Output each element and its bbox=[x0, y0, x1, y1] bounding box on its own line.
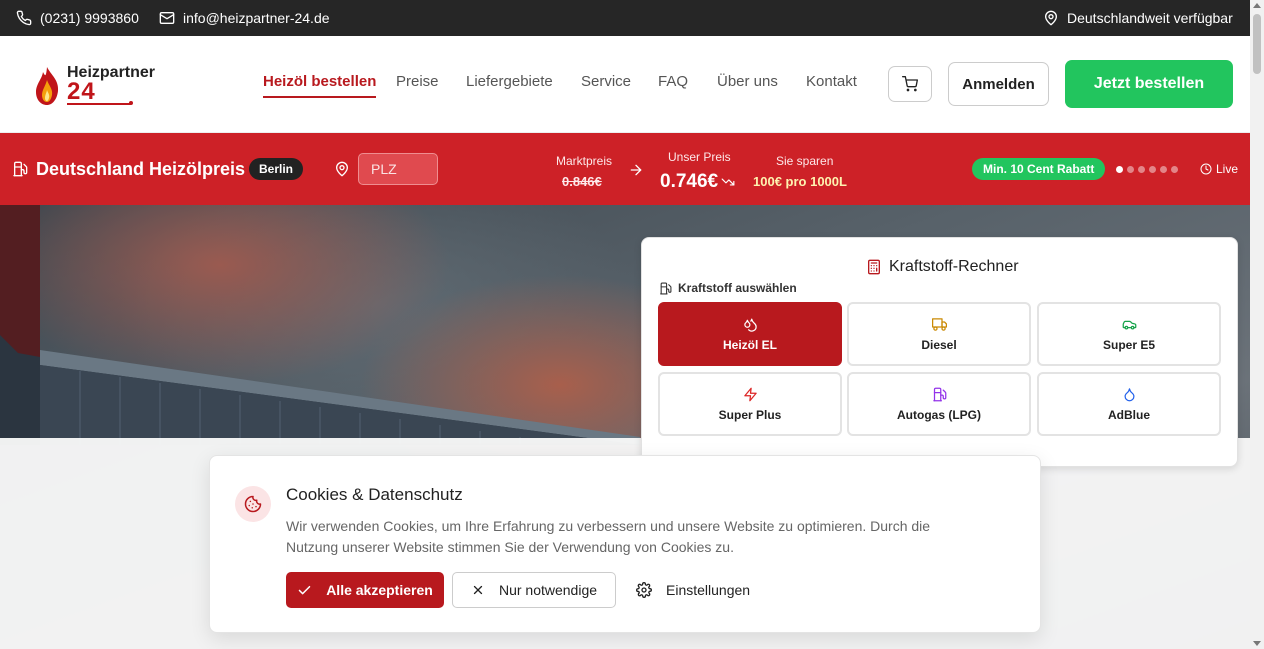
slide-indicator bbox=[1116, 166, 1178, 173]
slide-dot[interactable] bbox=[1171, 166, 1178, 173]
fuel-option-heizoel[interactable]: Heizöl EL bbox=[658, 302, 842, 366]
fuel-calculator: Kraftstoff-Rechner Kraftstoff auswählen … bbox=[641, 237, 1238, 467]
fuel-label: Super E5 bbox=[1102, 337, 1156, 352]
arrow-right-icon bbox=[628, 162, 644, 178]
savings-value: 100€ pro 1000L bbox=[753, 174, 847, 189]
nav-faq[interactable]: FAQ bbox=[658, 73, 688, 90]
fuel-label: Diesel bbox=[921, 337, 957, 352]
logo-number: 24 bbox=[67, 78, 96, 105]
scroll-up-arrow[interactable] bbox=[1253, 3, 1261, 8]
slide-dot[interactable] bbox=[1127, 166, 1134, 173]
hero-roof-image bbox=[0, 205, 640, 445]
order-now-button[interactable]: Jetzt bestellen bbox=[1065, 60, 1233, 108]
fuel-option-diesel[interactable]: Diesel bbox=[847, 302, 1031, 366]
live-label: Live bbox=[1216, 162, 1239, 176]
fuel-label: Heizöl EL bbox=[722, 337, 777, 352]
live-indicator: Live bbox=[1200, 162, 1238, 176]
availability-info: Deutschlandweit verfügbar bbox=[1043, 0, 1233, 36]
discount-badge: Min. 10 Cent Rabatt bbox=[972, 158, 1106, 180]
car-icon bbox=[1122, 317, 1137, 332]
clock-icon bbox=[1200, 163, 1212, 175]
slide-dot[interactable] bbox=[1149, 166, 1156, 173]
zap-icon bbox=[743, 387, 758, 402]
cookie-title: Cookies & Datenschutz bbox=[286, 485, 463, 504]
calculator-title-text: Kraftstoff-Rechner bbox=[889, 258, 1019, 275]
logo-dot bbox=[129, 101, 133, 105]
truck-icon bbox=[931, 317, 947, 332]
calculator-icon bbox=[866, 259, 882, 275]
nav-ueber-uns[interactable]: Über uns bbox=[717, 73, 778, 90]
slide-dot[interactable] bbox=[1160, 166, 1167, 173]
calculator-title: Kraftstoff-Rechner bbox=[866, 258, 1019, 276]
phone-icon bbox=[16, 10, 32, 26]
logo-underline bbox=[67, 103, 131, 105]
our-price-value: 0.746€ bbox=[660, 171, 719, 192]
droplet-icon bbox=[1122, 387, 1137, 402]
market-price-label: Marktpreis bbox=[556, 154, 613, 168]
accept-all-label: Alle akzeptieren bbox=[326, 582, 433, 598]
fuel-select-label: Kraftstoff auswählen bbox=[659, 281, 797, 295]
necessary-only-label: Nur notwendige bbox=[498, 582, 598, 598]
savings-label: Sie sparen bbox=[776, 154, 834, 168]
flame-icon bbox=[34, 66, 60, 106]
cart-icon bbox=[902, 76, 918, 92]
fuel-pump-icon bbox=[659, 282, 672, 295]
our-price-label: Unser Preis bbox=[668, 150, 731, 164]
city-badge: Berlin bbox=[249, 158, 304, 180]
fuel-option-adblue[interactable]: AdBlue bbox=[1037, 372, 1221, 436]
fuel-option-super-e5[interactable]: Super E5 bbox=[1037, 302, 1221, 366]
main-header: Heizpartner 24 Heizöl bestellen Preise L… bbox=[0, 36, 1250, 133]
fuel-pump-icon bbox=[12, 161, 28, 177]
scroll-down-arrow[interactable] bbox=[1253, 641, 1261, 646]
fuel-label: Autogas (LPG) bbox=[897, 407, 981, 422]
fuel-label: Super Plus bbox=[718, 407, 782, 422]
cookie-icon bbox=[244, 495, 262, 513]
email-contact[interactable]: info@heizpartner-24.de bbox=[159, 0, 330, 36]
nav-heizoel-bestellen[interactable]: Heizöl bestellen bbox=[263, 73, 377, 98]
cookie-banner: Cookies & Datenschutz Wir verwenden Cook… bbox=[209, 455, 1041, 633]
scrollbar-thumb[interactable] bbox=[1253, 14, 1261, 74]
accept-all-button[interactable]: Alle akzeptieren bbox=[286, 572, 444, 608]
email-address: info@heizpartner-24.de bbox=[183, 10, 330, 26]
price-ticker-bar: Deutschland Heizölpreis Berlin Marktprei… bbox=[0, 133, 1250, 205]
fuel-select-label-text: Kraftstoff auswählen bbox=[678, 281, 797, 295]
slide-dot[interactable] bbox=[1138, 166, 1145, 173]
nav-preise[interactable]: Preise bbox=[396, 73, 439, 90]
fuel-option-super-plus[interactable]: Super Plus bbox=[658, 372, 842, 436]
fuel-option-autogas[interactable]: Autogas (LPG) bbox=[847, 372, 1031, 436]
mail-icon bbox=[159, 10, 175, 26]
price-title: Deutschland Heizölpreis bbox=[36, 159, 246, 179]
cookie-text: Wir verwenden Cookies, um Ihre Erfahrung… bbox=[286, 518, 931, 555]
login-button[interactable]: Anmelden bbox=[948, 62, 1049, 106]
slide-dot[interactable] bbox=[1116, 166, 1123, 173]
x-icon bbox=[471, 583, 485, 597]
cookie-settings-button[interactable]: Einstellungen bbox=[626, 572, 760, 608]
page-scrollbar[interactable] bbox=[1250, 0, 1264, 649]
nav-liefergebiete[interactable]: Liefergebiete bbox=[466, 73, 553, 90]
cart-button[interactable] bbox=[888, 66, 932, 102]
gear-icon bbox=[636, 582, 652, 598]
location-icon bbox=[334, 161, 350, 177]
map-pin-icon bbox=[1043, 10, 1059, 26]
plz-input[interactable] bbox=[358, 153, 438, 185]
top-info-bar: (0231) 9993860 info@heizpartner-24.de De… bbox=[0, 0, 1250, 36]
droplets-icon bbox=[743, 317, 758, 332]
phone-contact[interactable]: (0231) 9993860 bbox=[16, 0, 139, 36]
nav-service[interactable]: Service bbox=[581, 73, 631, 90]
availability-text: Deutschlandweit verfügbar bbox=[1067, 10, 1233, 26]
cookie-settings-label: Einstellungen bbox=[666, 582, 751, 598]
logo[interactable]: Heizpartner 24 bbox=[34, 62, 174, 110]
trending-down-icon bbox=[720, 175, 736, 189]
market-price-value: 0.846€ bbox=[562, 174, 602, 189]
cookie-icon-badge bbox=[235, 486, 271, 522]
phone-number: (0231) 9993860 bbox=[40, 10, 139, 26]
check-icon bbox=[297, 583, 312, 598]
fuel-label: AdBlue bbox=[1108, 407, 1150, 422]
necessary-only-button[interactable]: Nur notwendige bbox=[452, 572, 616, 608]
fuel-pump-icon bbox=[932, 387, 947, 402]
nav-kontakt[interactable]: Kontakt bbox=[806, 73, 857, 90]
